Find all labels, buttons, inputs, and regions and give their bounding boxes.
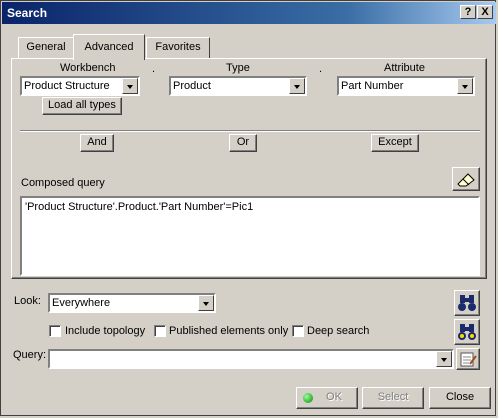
close-window-button[interactable]: X <box>477 5 493 19</box>
tab-advanced[interactable]: Advanced <box>73 34 145 60</box>
attribute-value: Part Number <box>341 80 404 92</box>
workbench-select[interactable]: Product Structure <box>20 76 140 96</box>
published-only-checkbox[interactable] <box>154 325 166 337</box>
binoculars-selection-icon <box>458 324 476 340</box>
attribute-label: Attribute <box>384 62 425 74</box>
look-value: Everywhere <box>52 297 111 309</box>
chevron-down-icon[interactable] <box>436 351 452 367</box>
select-button[interactable]: Select <box>362 387 424 409</box>
and-button[interactable]: And <box>80 134 114 152</box>
window-title: Search <box>7 6 48 20</box>
chevron-down-icon[interactable] <box>198 295 214 311</box>
composed-query-text[interactable]: 'Product Structure'.Product.'Part Number… <box>20 196 480 276</box>
or-button[interactable]: Or <box>229 134 257 152</box>
tab-favorites[interactable]: Favorites <box>146 37 210 59</box>
notepad-icon <box>460 352 477 367</box>
deep-search-checkbox[interactable] <box>292 325 304 337</box>
query-label: Query: <box>13 349 47 361</box>
load-all-types-button[interactable]: Load all types <box>42 97 122 115</box>
divider <box>20 130 480 132</box>
type-value: Product <box>173 80 211 92</box>
title-bar[interactable]: Search ? X <box>2 2 496 24</box>
type-label: Type <box>226 62 250 74</box>
add-favorite-button[interactable] <box>456 348 480 370</box>
eraser-button[interactable] <box>452 167 480 191</box>
look-select[interactable]: Everywhere <box>48 293 216 313</box>
close-button[interactable]: Close <box>429 387 491 409</box>
include-topology-label: Include topology <box>65 325 146 337</box>
green-status-icon <box>303 393 313 403</box>
search-dialog: Search ? X General Advanced Favorites Wo… <box>0 0 496 416</box>
except-button[interactable]: Except <box>371 134 419 152</box>
advanced-panel: Workbench . Type . Attribute Product Str… <box>11 58 487 279</box>
help-button[interactable]: ? <box>460 5 476 19</box>
ok-label: OK <box>326 391 342 403</box>
query-input[interactable] <box>48 349 454 369</box>
ok-button[interactable]: OK <box>296 387 358 409</box>
attribute-select[interactable]: Part Number <box>337 76 475 96</box>
chevron-down-icon[interactable] <box>457 78 473 94</box>
chevron-down-icon[interactable] <box>289 78 305 94</box>
separator-dot: . <box>152 63 156 75</box>
eraser-icon <box>457 173 475 187</box>
composed-query-label: Composed query <box>21 177 105 189</box>
published-only-label: Published elements only <box>169 325 289 337</box>
search-in-selection-button[interactable] <box>454 319 480 345</box>
type-select[interactable]: Product <box>169 76 307 96</box>
look-label: Look: <box>14 295 41 307</box>
binoculars-icon <box>458 295 476 311</box>
include-topology-checkbox[interactable] <box>49 325 61 337</box>
tab-general[interactable]: General <box>18 37 74 59</box>
separator-dot: . <box>319 63 323 75</box>
workbench-value: Product Structure <box>24 80 110 92</box>
composed-query-value: 'Product Structure'.Product.'Part Number… <box>25 201 254 213</box>
chevron-down-icon[interactable] <box>122 78 138 94</box>
deep-search-label: Deep search <box>307 325 370 337</box>
workbench-label: Workbench <box>60 62 116 74</box>
search-button[interactable] <box>454 290 480 316</box>
